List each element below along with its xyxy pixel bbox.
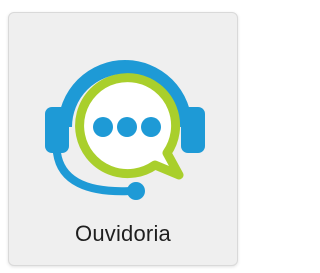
tile-label: Ouvidoria	[75, 221, 171, 246]
headset-chat-icon	[39, 35, 211, 203]
ouvidoria-tile[interactable]: Ouvidoria	[8, 12, 238, 266]
